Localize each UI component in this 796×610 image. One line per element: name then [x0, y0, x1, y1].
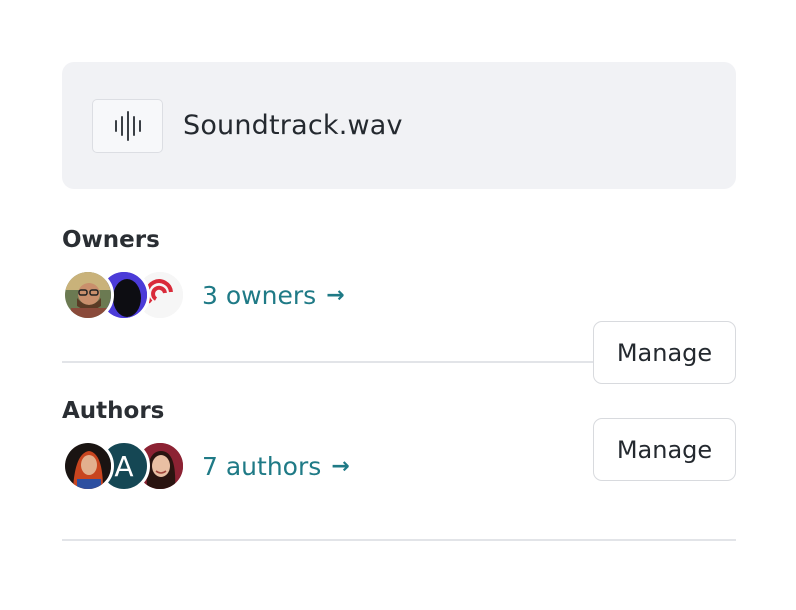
owners-count-label: 3 owners	[202, 280, 317, 310]
arrow-right-icon: →	[331, 453, 350, 479]
file-card: Soundtrack.wav	[62, 62, 736, 189]
avatar-letter: A	[114, 449, 134, 483]
file-name: Soundtrack.wav	[183, 110, 403, 141]
owners-title: Owners	[62, 227, 160, 253]
authors-avatar-stack[interactable]: A	[62, 440, 186, 492]
manage-authors-button[interactable]: Manage	[593, 418, 736, 481]
audio-waveform-icon	[92, 98, 163, 153]
owners-section: Owners 3 owners → Manage	[62, 189, 736, 384]
avatar	[62, 269, 114, 321]
file-sharing-panel: Soundtrack.wav Owners 3 owners → Manage …	[62, 62, 736, 541]
owners-count-link[interactable]: 3 owners →	[202, 281, 345, 310]
authors-count-label: 7 authors	[202, 451, 322, 481]
authors-count-link[interactable]: 7 authors →	[202, 452, 350, 481]
arrow-right-icon: →	[326, 282, 345, 308]
owners-avatar-stack[interactable]	[62, 269, 186, 321]
authors-section: Authors A 7 authors → Manage	[62, 363, 736, 541]
avatar	[62, 440, 114, 492]
